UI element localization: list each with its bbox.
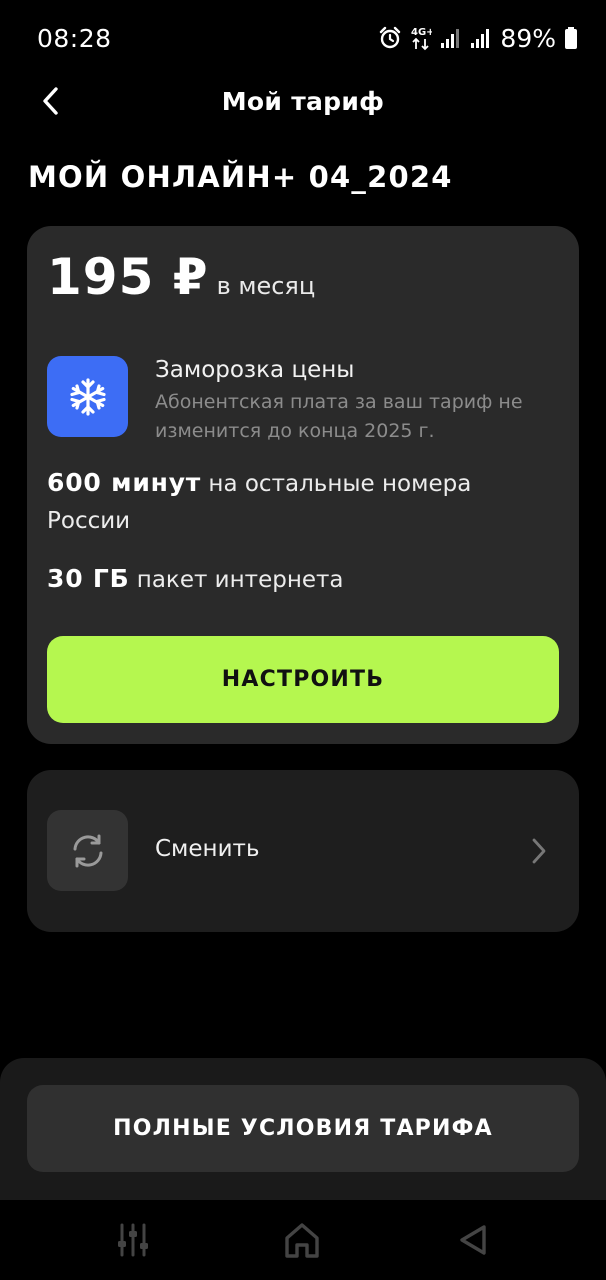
freeze-text: Заморозка цены Абонентская плата за ваш … [155,356,555,446]
chevron-left-icon [43,87,58,115]
network-type-label: 4G+ [411,27,432,38]
freeze-description: Абонентская плата за ваш тариф не измени… [155,391,523,442]
chevron-right-icon [532,838,546,864]
bottom-panel: ПОЛНЫЕ УСЛОВИЯ ТАРИФА [0,1058,606,1200]
tariff-name: МОЙ ОНЛАЙН+ 04_2024 [28,160,453,194]
recents-icon [118,1223,148,1257]
freeze-title: Заморозка цены [155,357,355,383]
minutes-value: 600 минут [47,468,202,497]
status-bar: 08:28 4G+ 89% [0,0,606,76]
price-value: 195 ₽ [47,248,209,306]
header: Мой тариф [0,76,606,126]
change-label: Сменить [155,836,260,862]
signal-icon [440,27,462,49]
page-title: Мой тариф [221,86,385,116]
tariff-card: 195 ₽ в месяц Заморозка цены Абонентская… [27,226,579,744]
minutes-feature: 600 минут на остальные номера России [47,464,559,540]
status-time: 08:28 [37,23,112,53]
price-row: 195 ₽ в месяц [47,248,315,306]
back-button[interactable] [30,80,70,122]
refresh-icon [47,810,128,891]
home-icon [285,1223,319,1258]
system-nav-bar [0,1200,606,1280]
data-value: 30 ГБ [47,564,130,593]
price-period: в месяц [216,272,316,300]
price-freeze-info: Заморозка цены Абонентская плата за ваш … [47,356,559,446]
back-triangle-icon [460,1225,486,1255]
home-button[interactable] [282,1220,322,1260]
back-nav-button[interactable] [452,1220,492,1260]
status-indicators: 4G+ 89% [378,24,578,53]
battery-icon [564,26,578,50]
network-4g-icon: 4G+ [410,25,432,51]
recents-button[interactable] [113,1220,153,1260]
change-tariff-item[interactable]: Сменить [27,770,579,932]
data-text: пакет интернета [136,567,344,593]
battery-level: 89% [500,23,556,53]
signal-icon [470,27,492,49]
full-terms-button[interactable]: ПОЛНЫЕ УСЛОВИЯ ТАРИФА [27,1085,579,1172]
data-feature: 30 ГБ пакет интернета [47,560,559,599]
alarm-icon [378,26,402,50]
snowflake-icon [47,356,128,437]
configure-button[interactable]: НАСТРОИТЬ [47,636,559,723]
screen: 08:28 4G+ 89% Мой тариф МОЙ ОНЛАЙН+ 04_2… [0,0,606,1280]
